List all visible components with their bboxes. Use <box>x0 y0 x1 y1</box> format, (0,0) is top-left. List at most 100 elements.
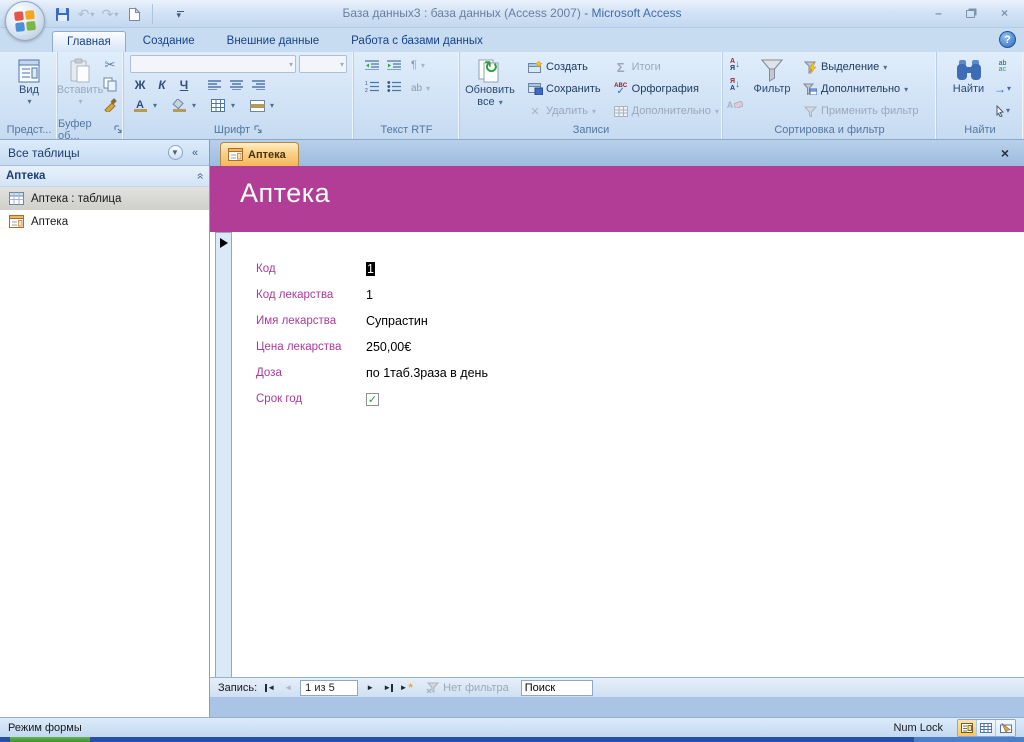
design-view-button[interactable] <box>996 719 1015 736</box>
record-position-box[interactable]: 1 из 5 <box>300 679 359 696</box>
form-header: Аптека <box>210 166 1024 232</box>
replace-button[interactable]: ab ac <box>993 57 1013 76</box>
toggle-filter-button[interactable]: Применить фильтр <box>799 101 922 121</box>
field-value-input[interactable]: 1 <box>366 262 375 276</box>
group-font: ▾ ▾ Ж К Ч А ▾ ▾ ▾ ▾ Шрифт <box>124 52 354 139</box>
restore-button[interactable] <box>958 4 985 21</box>
more-records-button[interactable]: Дополнительно ▾ <box>610 101 722 121</box>
gridlines-button[interactable] <box>208 96 228 115</box>
group-find: Найти ab ac → ▾ ▾ Найти <box>937 52 1023 139</box>
field-row-srok-god: Срок год ✓ <box>256 386 488 412</box>
form-view-button[interactable] <box>958 719 977 736</box>
fill-color-button[interactable] <box>169 96 189 115</box>
group-find-caption: Найти <box>964 123 996 136</box>
goto-button[interactable]: → ▾ <box>993 79 1013 98</box>
text-direction-button[interactable]: ¶ ▾ <box>408 55 433 75</box>
delete-icon: ✕ <box>530 105 540 118</box>
sort-descending-button[interactable]: ЯА ↓ <box>725 75 745 94</box>
delete-record-button[interactable]: ✕ Удалить ▾ <box>524 101 604 121</box>
tab-database-tools[interactable]: Работа с базами данных <box>336 30 498 52</box>
bold-button[interactable]: Ж <box>130 75 150 94</box>
record-selector-bar[interactable] <box>215 232 232 697</box>
nav-item-table[interactable]: Аптека : таблица <box>0 187 209 210</box>
ribbon-tab-row: Главная Создание Внешние данные Работа с… <box>0 28 1024 52</box>
align-center-button[interactable] <box>226 75 246 94</box>
minimize-button[interactable]: – <box>925 4 952 21</box>
svg-text:2: 2 <box>365 88 368 92</box>
access-window: ↶ ▾ ↷ ▾ ▾ База данных3 : база данных (Acce… <box>0 0 1024 742</box>
clipboard-dialog-launcher[interactable] <box>114 125 123 134</box>
last-record-button[interactable]: ► <box>380 680 396 696</box>
previous-record-button[interactable]: ◄ <box>280 680 296 696</box>
italic-button[interactable]: К <box>152 75 172 94</box>
new-record-button[interactable]: Создать <box>524 57 604 77</box>
filter-status[interactable]: Нет фильтра <box>426 682 509 694</box>
form-fields: Код 1 Код лекарства 1 Имя лекарства Супр… <box>256 256 488 412</box>
field-label: Код лекарства <box>256 289 334 301</box>
font-name-combo[interactable]: ▾ <box>130 55 296 73</box>
tab-create[interactable]: Создание <box>128 30 210 52</box>
nav-group-header[interactable]: Аптека » <box>0 166 209 187</box>
font-dialog-launcher[interactable] <box>254 125 263 134</box>
align-right-button[interactable] <box>248 75 268 94</box>
field-label: Срок год <box>256 393 303 405</box>
cut-button[interactable]: ✂ <box>100 55 120 74</box>
status-bar: Режим формы Num Lock <box>0 717 1024 737</box>
spelling-button[interactable]: ABC ✓ Орфография <box>610 79 722 99</box>
font-size-combo[interactable]: ▾ <box>299 55 347 73</box>
next-record-button[interactable]: ► <box>362 680 378 696</box>
datasheet-view-button[interactable] <box>977 719 996 736</box>
field-value-input[interactable]: Супрастин <box>366 314 428 328</box>
nav-item-form[interactable]: Аптека <box>0 210 209 233</box>
sort-ascending-button[interactable]: АЯ ↓ <box>725 55 745 74</box>
navigation-menu-button[interactable]: ▼ <box>165 143 185 163</box>
field-value-input[interactable]: по 1таб.3раза в день <box>366 366 488 380</box>
totals-button[interactable]: Σ Итоги <box>610 57 722 77</box>
numbering-button[interactable]: 12 <box>362 77 382 96</box>
srok-god-checkbox[interactable]: ✓ <box>366 392 379 406</box>
field-value-input[interactable]: 250,00€ <box>366 340 411 354</box>
tab-home[interactable]: Главная <box>52 31 126 52</box>
new-blank-record-button[interactable]: ► * <box>398 680 414 696</box>
tab-external-data[interactable]: Внешние данные <box>212 30 334 52</box>
form-title: Аптека <box>240 178 331 208</box>
document-tab-apteka[interactable]: Аптека <box>220 142 299 166</box>
view-button[interactable]: Вид ▾ <box>12 55 46 109</box>
alternate-fill-button[interactable] <box>247 96 267 115</box>
format-painter-button[interactable] <box>100 95 120 114</box>
selection-filter-button[interactable]: Выделение ▾ <box>799 57 922 77</box>
align-left-button[interactable] <box>204 75 224 94</box>
first-record-button[interactable]: ◄ <box>262 680 278 696</box>
office-button[interactable] <box>5 1 45 41</box>
new-record-icon <box>527 61 543 73</box>
document-close-button[interactable]: × <box>996 144 1014 162</box>
save-record-button[interactable]: Сохранить <box>524 79 604 99</box>
refresh-all-button[interactable]: ↻ Обновить все ▾ <box>462 55 518 110</box>
shutter-collapse-button[interactable]: « <box>185 143 205 163</box>
bullets-button[interactable] <box>384 77 404 96</box>
group-richtext-caption: Текст RTF <box>380 123 433 136</box>
clear-sort-button[interactable]: А <box>725 95 745 114</box>
copy-button[interactable] <box>100 75 120 94</box>
select-button[interactable]: ▾ <box>993 101 1013 120</box>
increase-indent-button[interactable] <box>384 55 404 74</box>
find-button[interactable]: Найти <box>948 55 990 96</box>
binoculars-icon <box>956 60 981 80</box>
navigation-pane-header[interactable]: Все таблицы ▼ « <box>0 140 209 166</box>
format-painter-icon <box>104 97 117 112</box>
highlight-button[interactable]: ab ▾ <box>408 78 433 98</box>
record-search-input[interactable] <box>520 679 593 696</box>
save-record-icon <box>527 83 543 95</box>
filter-button[interactable]: Фильтр <box>749 55 795 96</box>
nav-dropdown-icon: ▼ <box>167 145 183 160</box>
field-value-input[interactable]: 1 <box>366 288 373 302</box>
close-button[interactable]: × <box>991 4 1018 21</box>
decrease-indent-button[interactable] <box>362 55 382 74</box>
navigation-pane-title: Все таблицы <box>8 145 80 160</box>
advanced-filter-button[interactable]: Дополнительно ▾ <box>799 79 922 99</box>
new-record-star-icon: * <box>408 681 413 694</box>
paste-button[interactable]: Вставить ▾ <box>57 55 103 109</box>
font-color-button[interactable]: А <box>130 96 150 115</box>
help-button[interactable]: ? <box>999 31 1016 48</box>
underline-button[interactable]: Ч <box>174 75 194 94</box>
